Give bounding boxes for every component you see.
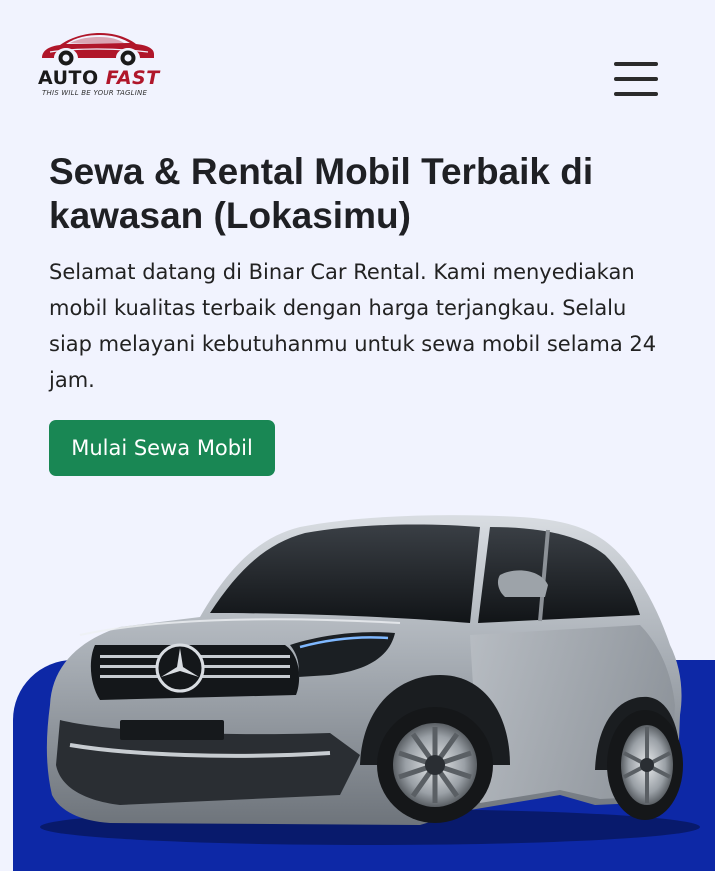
logo-tagline: THIS WILL BE YOUR TAGLINE [42, 89, 148, 97]
brand-logo[interactable]: AUTO FAST THIS WILL BE YOUR TAGLINE [36, 28, 161, 103]
navbar: AUTO FAST THIS WILL BE YOUR TAGLINE [0, 0, 715, 120]
logo-word-auto: AUTO [38, 67, 99, 89]
logo-word-fast: FAST [105, 67, 160, 89]
hamburger-line [614, 77, 658, 81]
car-image [40, 515, 700, 845]
hero-description: Selamat datang di Binar Car Rental. Kami… [49, 260, 657, 392]
start-rental-button[interactable]: Mulai Sewa Mobil [49, 420, 275, 476]
hamburger-menu-icon[interactable] [612, 60, 660, 98]
car-logo-icon [42, 33, 154, 66]
logo-wordmark: AUTO FAST [38, 67, 160, 89]
hero-title: Sewa & Rental Mobil Terbaik di kawasan (… [49, 151, 594, 236]
hamburger-line [614, 92, 658, 96]
hero-visual [0, 505, 715, 871]
hamburger-line [614, 62, 658, 66]
